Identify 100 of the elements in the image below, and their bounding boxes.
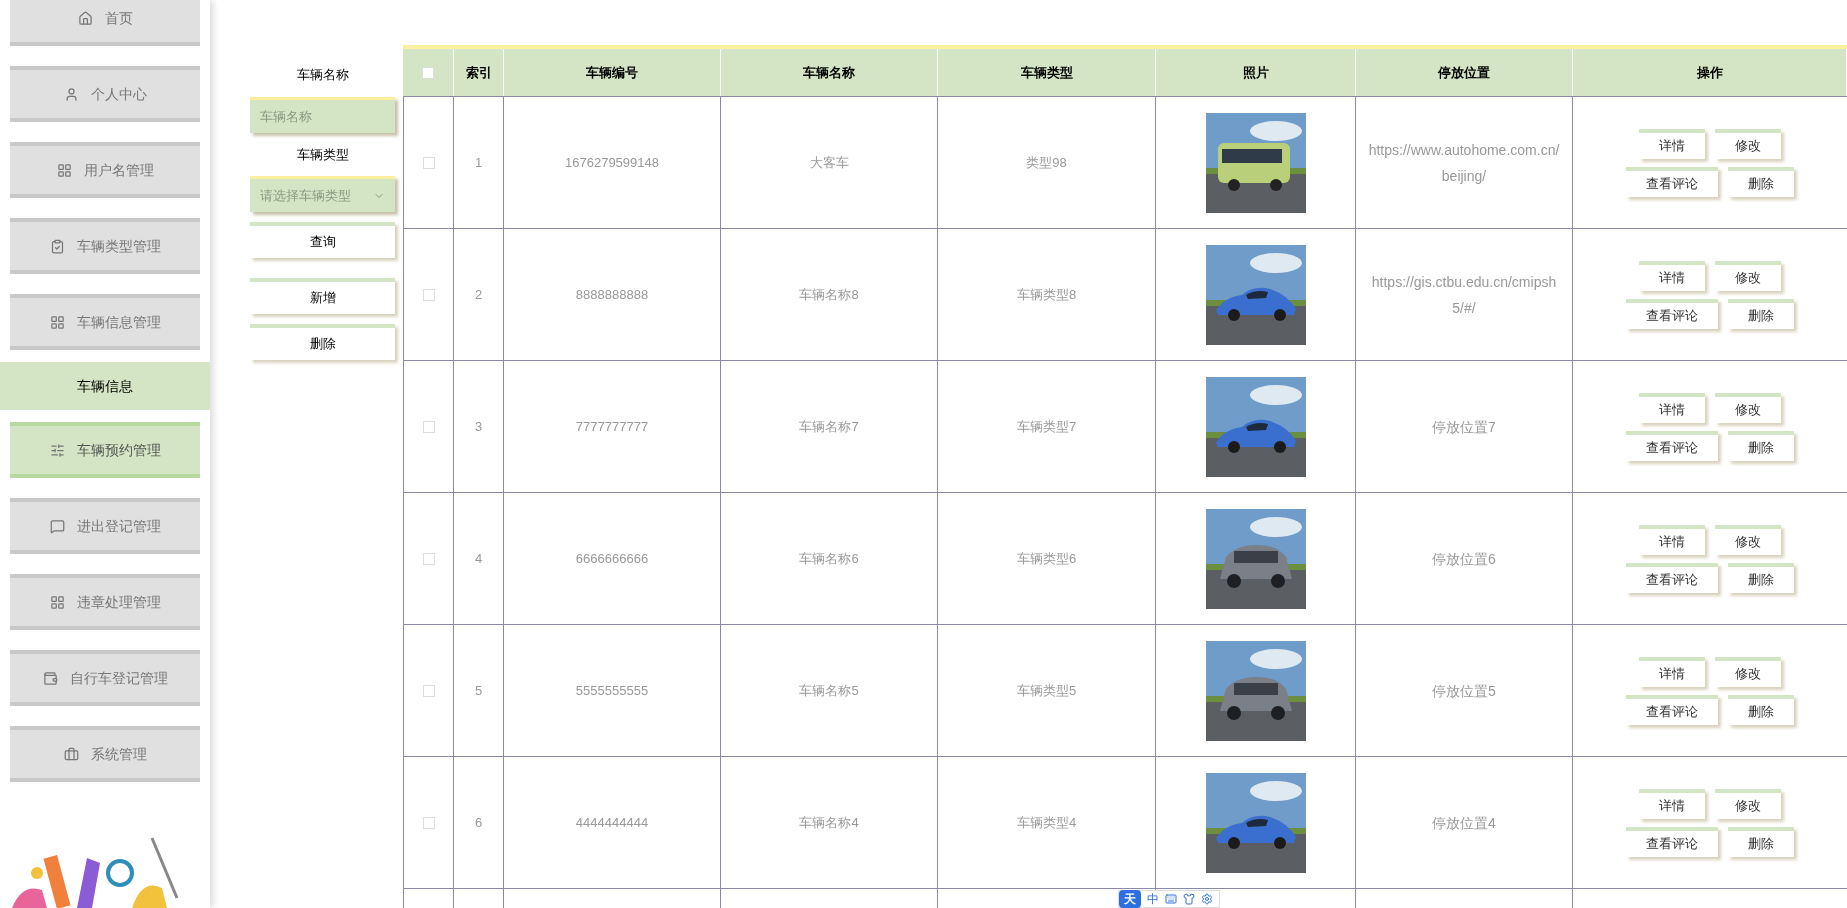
shirt-icon[interactable] — [1183, 893, 1195, 905]
sidebar-item[interactable]: 自行车登记管理 — [10, 650, 200, 706]
table-cell: 4444444444 — [504, 757, 721, 888]
table-cell-text: 停放位置6 — [1432, 549, 1496, 569]
ime-mode[interactable]: 中 — [1147, 890, 1159, 908]
toolbar-button[interactable]: 删除 — [250, 324, 395, 360]
action-button[interactable]: 删除 — [1728, 166, 1794, 197]
action-button[interactable]: 删除 — [1728, 826, 1794, 857]
sidebar-item[interactable]: 车辆预约管理 — [10, 422, 200, 478]
sidebar-item[interactable]: 系统管理 — [10, 726, 200, 782]
keyboard-icon[interactable] — [1165, 893, 1177, 905]
column-header: 索引 — [454, 49, 504, 96]
table-cell: 4 — [454, 493, 504, 624]
column-header: 车辆类型 — [938, 49, 1156, 96]
table-cell: 车辆名称4 — [721, 757, 938, 888]
field-label: 车辆类型 — [296, 145, 349, 164]
action-button[interactable]: 详情 — [1639, 260, 1705, 291]
grid-icon — [56, 162, 72, 178]
action-button[interactable]: 详情 — [1639, 788, 1705, 819]
action-button[interactable]: 修改 — [1715, 788, 1781, 819]
table-cell: 车辆名称8 — [721, 229, 938, 360]
action-button[interactable]: 修改 — [1715, 128, 1781, 159]
table-cell: 车辆类型4 — [938, 757, 1156, 888]
message-icon — [49, 518, 65, 534]
table-cell: 大客车 — [721, 97, 938, 228]
user-icon — [63, 86, 79, 102]
submenu-item[interactable]: 车辆信息 — [0, 362, 210, 410]
sidebar-item[interactable]: 进出登记管理 — [10, 498, 200, 554]
table-cell: 5 — [454, 625, 504, 756]
toolbar-button[interactable]: 查询 — [250, 222, 395, 258]
row-checkbox[interactable] — [422, 552, 435, 565]
grid-icon — [49, 314, 65, 330]
row-checkbox[interactable] — [422, 156, 435, 169]
sidebar-label: 车辆类型管理 — [76, 236, 161, 256]
sidebar-label: 个人中心 — [90, 84, 147, 104]
table-cell-text: https://www.autohome.com.cn/beijing/ — [1367, 140, 1561, 186]
sidebar-label: 用户名管理 — [83, 160, 154, 180]
clipboard-icon — [49, 238, 65, 254]
action-button[interactable]: 查看评论 — [1626, 694, 1718, 725]
table-cell-text: 停放位置7 — [1432, 417, 1496, 437]
table-cell: 车辆名称7 — [721, 361, 938, 492]
action-button[interactable]: 查看评论 — [1626, 166, 1718, 197]
action-button[interactable]: 查看评论 — [1626, 826, 1718, 857]
sidebar-item[interactable]: 违章处理管理 — [10, 574, 200, 630]
action-button[interactable]: 删除 — [1728, 562, 1794, 593]
toolbar-button[interactable]: 新增 — [250, 278, 395, 314]
action-button[interactable]: 删除 — [1728, 298, 1794, 329]
table-cell-text: https://gis.ctbu.edu.cn/cmipsh5/#/ — [1370, 272, 1558, 318]
sidebar-item[interactable]: 车辆类型管理 — [10, 218, 200, 274]
table-cell: 类型98 — [938, 97, 1156, 228]
column-header: 照片 — [1156, 49, 1356, 96]
action-button[interactable]: 详情 — [1639, 392, 1705, 423]
action-button[interactable]: 删除 — [1728, 694, 1794, 725]
ime-logo[interactable]: 天 — [1119, 890, 1141, 908]
table-cell: 车辆名称6 — [721, 493, 938, 624]
sidebar-item[interactable]: 首页 — [10, 0, 200, 46]
sidebar-item[interactable]: 用户名管理 — [10, 142, 200, 198]
briefcase-icon — [63, 746, 79, 762]
action-button[interactable]: 修改 — [1715, 524, 1781, 555]
header-checkbox[interactable] — [422, 66, 434, 79]
table-cell: 车辆类型6 — [938, 493, 1156, 624]
action-button[interactable]: 修改 — [1715, 392, 1781, 423]
table-cell-text: 停放位置4 — [1432, 813, 1496, 833]
table-cell: 车辆类型7 — [938, 361, 1156, 492]
table-cell: 7777777777 — [504, 361, 721, 492]
sidebar-label: 首页 — [104, 8, 133, 28]
row-checkbox[interactable] — [422, 288, 435, 301]
row-checkbox[interactable] — [422, 420, 435, 433]
action-button[interactable]: 详情 — [1639, 128, 1705, 159]
settings-icon[interactable] — [1201, 893, 1213, 905]
sidebar-label: 系统管理 — [90, 744, 147, 764]
column-header: 车辆名称 — [721, 49, 938, 96]
action-button[interactable]: 查看评论 — [1626, 298, 1718, 329]
column-header: 停放位置 — [1356, 49, 1573, 96]
action-button[interactable]: 修改 — [1715, 656, 1781, 687]
action-button[interactable]: 详情 — [1639, 524, 1705, 555]
row-checkbox[interactable] — [422, 816, 435, 829]
action-button[interactable]: 详情 — [1639, 656, 1705, 687]
sliders-icon — [49, 442, 65, 458]
field-label: 车辆名称 — [296, 66, 349, 84]
wallet-icon — [42, 670, 58, 686]
row-checkbox[interactable] — [422, 684, 435, 697]
action-button[interactable]: 查看评论 — [1626, 430, 1718, 461]
sidebar-label: 自行车登记管理 — [69, 668, 168, 688]
table-cell: 车辆名称5 — [721, 625, 938, 756]
table-cell: 1676279599148 — [504, 97, 721, 228]
action-button[interactable]: 修改 — [1715, 260, 1781, 291]
column-header: 操作 — [1573, 49, 1847, 96]
input-field[interactable]: 车辆名称 — [250, 96, 395, 133]
table-cell: 5555555555 — [504, 625, 721, 756]
table-cell: 3 — [454, 361, 504, 492]
sidebar-label: 进出登记管理 — [76, 516, 161, 536]
sidebar-item[interactable]: 车辆信息管理 — [10, 294, 200, 350]
table-cell: 车辆类型5 — [938, 625, 1156, 756]
table-cell: 2 — [454, 229, 504, 360]
sidebar-item[interactable]: 个人中心 — [10, 66, 200, 122]
action-button[interactable]: 删除 — [1728, 430, 1794, 461]
sidebar-label: 违章处理管理 — [76, 592, 161, 612]
table-cell: 车辆类型8 — [938, 229, 1156, 360]
action-button[interactable]: 查看评论 — [1626, 562, 1718, 593]
